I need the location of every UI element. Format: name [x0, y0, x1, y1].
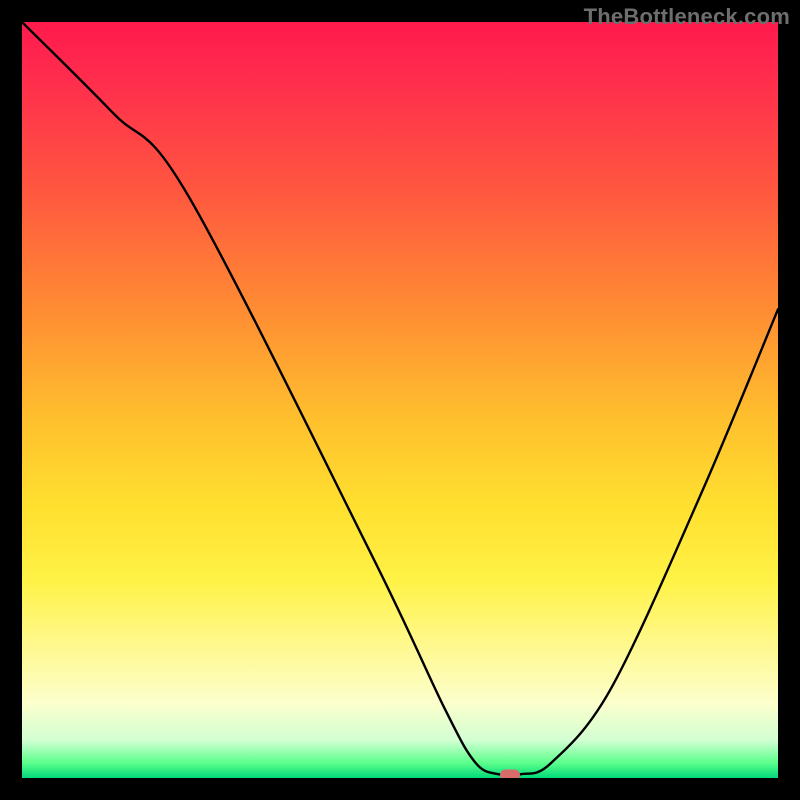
optimal-point-marker [500, 769, 520, 778]
bottleneck-curve [22, 22, 778, 778]
chart-frame: TheBottleneck.com [0, 0, 800, 800]
plot-area [22, 22, 778, 778]
watermark-text: TheBottleneck.com [584, 4, 790, 30]
